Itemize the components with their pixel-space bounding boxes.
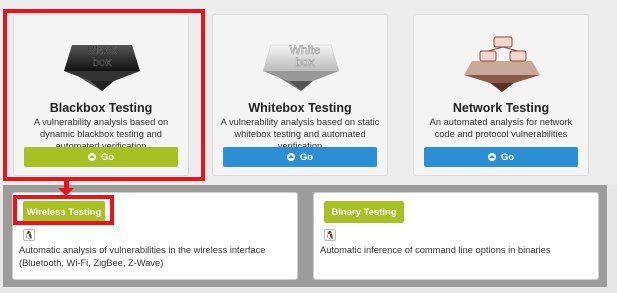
whitebox-icon: White box [213,35,387,93]
arrow-up-circle-icon [487,153,496,161]
network-title: Network Testing [452,101,550,115]
binary-card: Binary Testing 🐧 Automatic inference of … [313,192,599,280]
whitebox-go-button[interactable]: Go [223,147,377,167]
wireless-highlight-box [13,195,114,225]
network-desc: An automated analysis for network code a… [429,117,573,139]
whitebox-title: Whitebox Testing [248,101,352,115]
arrow-down-head-icon [58,188,74,196]
network-go-label: Go [500,151,515,163]
whitebox-icon-label-2: box [295,55,314,69]
arrow-up-circle-icon [286,153,295,161]
linux-icon: 🐧 [324,229,336,241]
whitebox-card: White box Whitebox Testing A vulnerabili… [212,14,388,176]
linux-icon: 🐧 [23,229,35,241]
wireless-desc: Automatic analysis of vulnerabilities in… [19,245,266,268]
network-icon [414,35,588,93]
whitebox-go-label: Go [299,151,314,163]
blackbox-highlight-box [3,9,205,181]
binary-testing-button[interactable]: Binary Testing [324,201,404,223]
network-go-button[interactable]: Go [424,147,578,167]
network-card: Network Testing An automated analysis fo… [413,14,589,176]
binary-desc: Automatic inference of command line opti… [320,245,551,255]
